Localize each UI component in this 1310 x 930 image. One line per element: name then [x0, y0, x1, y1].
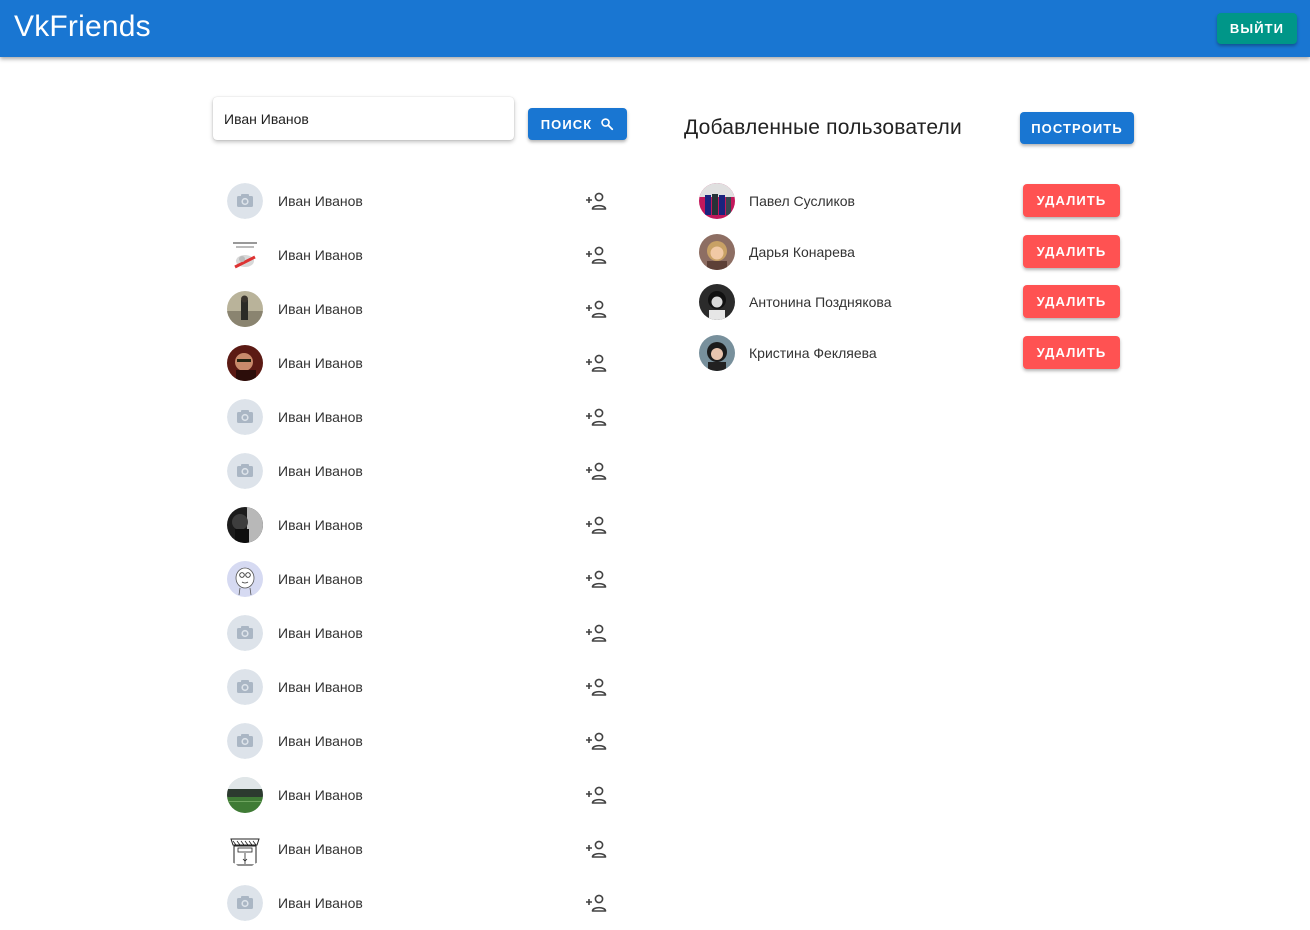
avatar [227, 291, 263, 327]
add-friend-icon[interactable] [584, 298, 608, 320]
avatar [699, 233, 735, 270]
avatar [227, 561, 263, 597]
search-result-row: Иван Иванов [227, 660, 617, 714]
search-result-row: Иван Иванов [227, 336, 617, 390]
added-user-name: Дарья Конарева [749, 243, 855, 260]
delete-user-button[interactable]: УДАЛИТЬ [1023, 285, 1120, 318]
search-result-row: Иван Иванов [227, 282, 617, 336]
search-result-row: Иван Иванов [227, 876, 617, 930]
added-users-title: Добавленные пользователи [684, 116, 962, 139]
result-name: Иван Иванов [278, 787, 363, 803]
delete-user-button[interactable]: УДАЛИТЬ [1023, 335, 1120, 369]
avatar [227, 453, 263, 489]
avatar [227, 507, 263, 543]
avatar [227, 723, 263, 759]
search-result-row: Иван Иванов [227, 174, 617, 228]
added-user-row: Дарья Конарева УДАЛИТЬ [699, 233, 1120, 284]
add-friend-icon[interactable] [584, 838, 608, 860]
delete-user-button[interactable]: УДАЛИТЬ [1023, 184, 1120, 217]
search-result-row: Иван Иванов [227, 444, 617, 498]
search-icon [601, 118, 614, 131]
result-name: Иван Иванов [278, 355, 363, 371]
added-user-name: Антонина Позднякова [749, 294, 892, 310]
result-name: Иван Иванов [278, 301, 363, 317]
add-friend-icon[interactable] [584, 784, 608, 806]
search-button[interactable]: ПОИСК [528, 108, 627, 140]
result-name: Иван Иванов [278, 193, 363, 209]
result-name: Иван Иванов [278, 571, 363, 587]
added-user-row: Кристина Фекляева УДАЛИТЬ [699, 334, 1120, 385]
add-friend-icon[interactable] [584, 622, 608, 644]
app-bar: VkFriends ВЫЙТИ [0, 0, 1310, 57]
result-name: Иван Иванов [278, 841, 363, 857]
add-friend-icon[interactable] [584, 244, 608, 266]
search-result-row: Иван Иванов [227, 552, 617, 606]
added-user-name: Павел Сусликов [749, 193, 855, 209]
added-user-row: Павел Сусликов УДАЛИТЬ [699, 183, 1120, 233]
add-friend-icon[interactable] [584, 406, 608, 428]
result-name: Иван Иванов [278, 409, 363, 425]
result-name: Иван Иванов [278, 463, 363, 479]
avatar [227, 183, 263, 219]
avatar [699, 284, 735, 320]
add-friend-icon[interactable] [584, 514, 608, 536]
search-button-label: ПОИСК [540, 116, 593, 132]
search-result-row: Иван Иванов [227, 390, 617, 444]
add-friend-icon[interactable] [584, 568, 608, 590]
add-friend-icon[interactable] [584, 190, 608, 212]
result-name: Иван Иванов [278, 733, 363, 749]
app-title: VkFriends [14, 10, 151, 43]
logout-button[interactable]: ВЫЙТИ [1217, 13, 1297, 44]
add-friend-icon[interactable] [584, 892, 608, 914]
avatar [227, 885, 263, 921]
result-name: Иван Иванов [278, 895, 363, 911]
search-box [213, 97, 514, 140]
added-user-name: Кристина Фекляева [749, 344, 877, 361]
search-result-row: Иван Иванов [227, 714, 617, 768]
avatar [227, 831, 263, 867]
add-friend-icon[interactable] [584, 730, 608, 752]
avatar [227, 399, 263, 435]
avatar [699, 334, 735, 371]
add-friend-icon[interactable] [584, 460, 608, 482]
avatar [227, 237, 263, 273]
avatar [227, 777, 263, 813]
search-result-row: Иван Иванов [227, 606, 617, 660]
avatar [699, 183, 735, 219]
avatar [227, 669, 263, 705]
search-result-row: Иван Иванов [227, 822, 617, 876]
search-result-row: Иван Иванов [227, 768, 617, 822]
avatar [227, 345, 263, 381]
delete-user-button[interactable]: УДАЛИТЬ [1023, 234, 1120, 268]
result-name: Иван Иванов [278, 625, 363, 641]
add-friend-icon[interactable] [584, 676, 608, 698]
add-friend-icon[interactable] [584, 352, 608, 374]
search-input[interactable] [224, 97, 504, 140]
build-button[interactable]: ПОСТРОИТЬ [1020, 112, 1134, 144]
result-name: Иван Иванов [278, 679, 363, 695]
result-name: Иван Иванов [278, 517, 363, 533]
search-result-row: Иван Иванов [227, 498, 617, 552]
result-name: Иван Иванов [278, 247, 363, 263]
search-result-row: Иван Иванов [227, 228, 617, 282]
avatar [227, 615, 263, 651]
added-user-row: Антонина Позднякова УДАЛИТЬ [699, 284, 1120, 334]
